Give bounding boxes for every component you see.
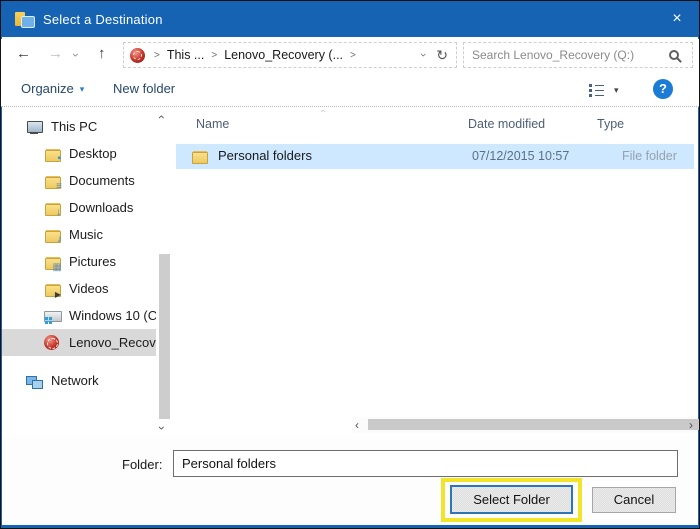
address-bar[interactable]: > This ... > Lenovo_Recovery (... > › ↻ (123, 42, 457, 68)
file-row[interactable]: Personal folders 07/12/2015 10:57 File f… (176, 144, 694, 169)
sidebar-item-icon (44, 335, 61, 351)
sidebar-item-icon (44, 281, 61, 297)
sidebar-item-icon (44, 308, 61, 324)
new-folder-button[interactable]: New folder (113, 81, 175, 96)
sidebar-scrollbar-thumb[interactable] (159, 254, 170, 419)
sidebar-item-icon (26, 373, 43, 389)
back-button[interactable]: ← (16, 45, 31, 62)
sidebar: This PC Desktop Documents Downloads Musi… (2, 113, 156, 394)
view-options-caret-icon[interactable]: ▾ (614, 85, 619, 96)
breadcrumb-separator-icon: > (350, 50, 356, 61)
address-dropdown-chevron-icon[interactable]: › (421, 49, 425, 61)
sidebar-item-label: Desktop (69, 146, 117, 161)
sidebar-item-label: Documents (69, 173, 135, 188)
column-header-type[interactable]: Type (597, 117, 624, 131)
dialog-folder-icon (15, 12, 33, 27)
dialog-footer: Folder: Select Folder Cancel (2, 437, 698, 525)
sidebar-item-label: Network (51, 373, 99, 388)
recovery-drive-icon (130, 48, 145, 63)
scroll-down-icon[interactable]: › (160, 421, 164, 435)
sidebar-scrollbar[interactable]: ‹ › (156, 108, 173, 437)
sidebar-item-icon (26, 119, 43, 135)
sidebar-item-label: Pictures (69, 254, 116, 269)
sidebar-item-label: Music (69, 227, 103, 242)
file-type: File folder (622, 149, 677, 163)
address-row: ← → › ↑ > This ... > Lenovo_Recovery (... > … (1, 39, 699, 71)
sidebar-item-this-pc[interactable]: This PC (2, 113, 156, 140)
sidebar-item-videos[interactable]: Videos (2, 275, 156, 302)
select-folder-button[interactable]: Select Folder (450, 485, 573, 514)
folder-field-label: Folder: (122, 457, 162, 472)
sidebar-item-pictures[interactable]: Pictures (2, 248, 156, 275)
breadcrumb-segment[interactable]: This ... (167, 48, 205, 62)
sidebar-item-documents[interactable]: Documents (2, 167, 156, 194)
file-list: ‹ Name Date modified Type Personal folde… (174, 108, 698, 437)
file-name: Personal folders (218, 148, 312, 163)
sidebar-item-icon (44, 200, 61, 216)
sort-ascending-icon: ‹ (322, 106, 325, 116)
content-area: This PC Desktop Documents Downloads Musi… (2, 108, 698, 437)
breadcrumb: > This ... > Lenovo_Recovery (... > (147, 48, 363, 62)
organize-caret-icon: ▾ (80, 84, 85, 94)
sidebar-item-downloads[interactable]: Downloads (2, 194, 156, 221)
forward-button[interactable]: → (48, 45, 63, 62)
sidebar-item-label: This PC (51, 119, 97, 134)
sidebar-item-label: Windows 10 (C:) (69, 308, 156, 323)
close-icon[interactable]: × (665, 9, 689, 29)
sidebar-item-icon (44, 254, 61, 270)
sidebar-item-label: Downloads (69, 200, 133, 215)
column-header-date-modified[interactable]: Date modified (468, 117, 545, 131)
recent-locations-chevron-icon[interactable]: › (74, 48, 78, 62)
sidebar-item-icon (44, 146, 61, 162)
search-input[interactable] (464, 48, 669, 62)
column-header-name[interactable]: Name (196, 117, 229, 131)
scroll-left-icon[interactable]: ‹ (355, 418, 359, 432)
file-list-header: ‹ Name Date modified Type (174, 108, 698, 138)
up-button[interactable]: ↑ (98, 45, 106, 62)
sidebar-item-music[interactable]: Music (2, 221, 156, 248)
folder-name-input[interactable] (173, 450, 678, 477)
search-icon[interactable] (669, 50, 679, 60)
horizontal-scrollbar-thumb[interactable] (368, 419, 700, 430)
file-date-modified: 07/12/2015 10:57 (472, 149, 569, 163)
window-title: Select a Destination (43, 12, 163, 27)
refresh-icon[interactable]: ↻ (436, 47, 448, 64)
sidebar-item-network[interactable]: Network (2, 367, 156, 394)
sidebar-item-desktop[interactable]: Desktop (2, 140, 156, 167)
breadcrumb-segment[interactable]: Lenovo_Recovery (... (224, 48, 343, 62)
organize-button[interactable]: Organize▾ (21, 81, 84, 96)
folder-icon (191, 148, 208, 164)
sidebar-item-lenovo-recovery[interactable]: Lenovo_Recovery (2, 329, 156, 356)
sidebar-item-label: Lenovo_Recovery (69, 335, 156, 350)
cancel-button[interactable]: Cancel (592, 487, 676, 513)
breadcrumb-separator-icon: > (211, 50, 217, 61)
sidebar-item-icon (44, 173, 61, 189)
scroll-right-icon[interactable]: › (689, 418, 693, 432)
change-view-button[interactable] (589, 83, 605, 97)
sidebar-item-windows-10-c-[interactable]: Windows 10 (C:) (2, 302, 156, 329)
horizontal-scrollbar[interactable]: ‹ › (352, 417, 696, 433)
select-destination-dialog: Select a Destination × ← → › ↑ > This ...… (0, 0, 700, 529)
sidebar-item-icon (44, 227, 61, 243)
search-box (463, 42, 693, 68)
title-bar: Select a Destination × (1, 1, 699, 37)
command-toolbar: Organize▾ New folder ▾ ? (1, 71, 699, 107)
help-button[interactable]: ? (653, 79, 673, 99)
breadcrumb-separator-icon: > (154, 50, 160, 61)
scroll-up-icon[interactable]: ‹ (160, 110, 164, 124)
sidebar-item-label: Videos (69, 281, 109, 296)
